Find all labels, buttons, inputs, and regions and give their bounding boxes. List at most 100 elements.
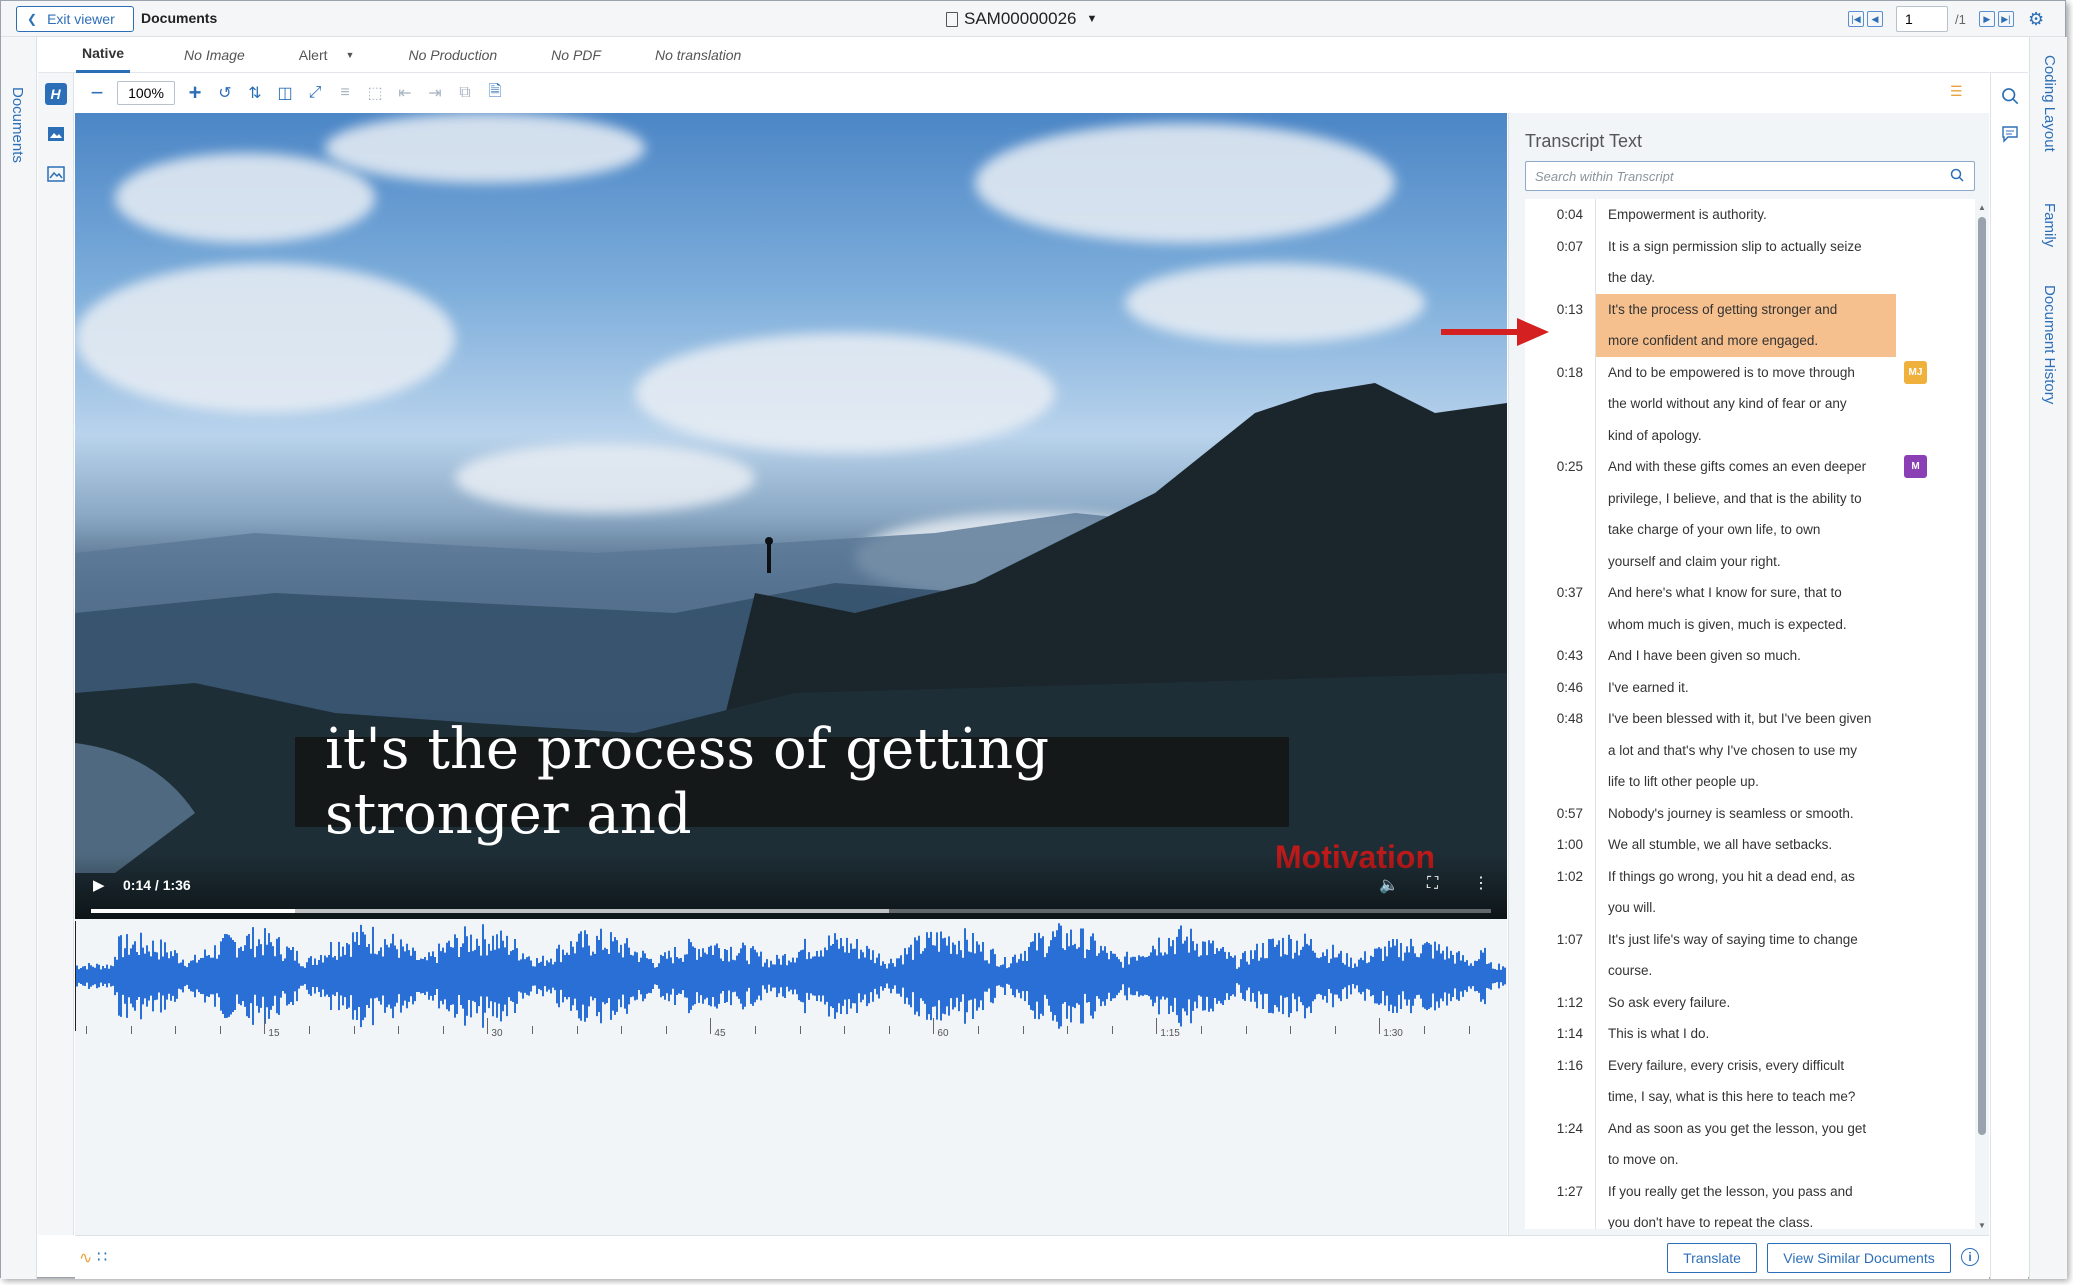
transcript-text[interactable]: We all stumble, we all have setbacks. — [1596, 829, 1896, 861]
next-page-icon[interactable]: ▶ — [1978, 11, 1995, 27]
transcript-timestamp[interactable]: 1:00 — [1539, 829, 1583, 861]
page-input[interactable] — [1896, 6, 1948, 32]
previous-hit-icon[interactable]: ⇤ — [395, 83, 415, 103]
tab-alert[interactable]: Alert ▼ — [299, 37, 355, 73]
zoom-in-icon[interactable]: + — [185, 80, 205, 105]
transcript-text[interactable]: And with these gifts comes an even deepe… — [1596, 451, 1896, 577]
first-page-icon[interactable]: |◀ — [1848, 11, 1864, 27]
scroll-down-icon[interactable]: ▼ — [1978, 1221, 1986, 1230]
transcript-row[interactable]: 0:37 And here's what I know for sure, tha… — [1525, 577, 1945, 640]
transcript-row[interactable]: 1:00 We all stumble, we all have setbacks… — [1525, 829, 1945, 861]
transcript-text[interactable]: It's the process of getting stronger and… — [1596, 293, 1896, 357]
fullscreen-icon[interactable]: ⤢ — [305, 83, 325, 103]
transcript-timestamp[interactable]: 1:12 — [1539, 987, 1583, 1019]
transcript-text[interactable]: I've been blessed with it, but I've been… — [1596, 703, 1896, 798]
transcript-row[interactable]: 1:14 This is what I do. — [1525, 1018, 1945, 1050]
transcript-timestamp[interactable]: 1:16 — [1539, 1050, 1583, 1082]
transcript-text[interactable]: If you really get the lesson, you pass a… — [1596, 1176, 1896, 1230]
document-selector[interactable]: SAM00000026 ▼ — [946, 9, 1097, 29]
transcript-text[interactable]: It's just life's way of saying time to c… — [1596, 924, 1896, 987]
transcript-timestamp[interactable]: 0:46 — [1539, 672, 1583, 704]
transcript-timestamp[interactable]: 0:43 — [1539, 640, 1583, 672]
transcript-text[interactable]: And to be empowered is to move through th… — [1596, 357, 1896, 452]
transcript-timestamp[interactable]: 0:57 — [1539, 798, 1583, 830]
document-history-pane-toggle[interactable]: Document History — [2041, 285, 2058, 404]
scroll-thumb[interactable] — [1978, 217, 1986, 1135]
exit-viewer-button[interactable]: ❮ Exit viewer — [16, 6, 134, 32]
transcript-timestamp[interactable]: 1:02 — [1539, 861, 1583, 893]
transcript-text[interactable]: And I have been given so much. — [1596, 640, 1896, 672]
scroll-up-icon[interactable]: ▲ — [1978, 203, 1986, 212]
next-hit-icon[interactable]: ⇥ — [425, 83, 445, 103]
stack-icon[interactable]: ≡ — [335, 83, 355, 103]
tab-no-translation[interactable]: No translation — [655, 37, 741, 73]
transcript-text[interactable]: I've earned it. — [1596, 672, 1896, 704]
highlight-mode-icon[interactable]: H — [44, 83, 67, 105]
transcript-row[interactable]: 0:25 And with these gifts comes an even d… — [1525, 451, 1945, 577]
transcript-row[interactable]: 0:57 Nobody's journey is seamless or smoo… — [1525, 798, 1945, 830]
related-items-icon[interactable]: ∷ — [97, 1247, 107, 1267]
transcript-row[interactable]: 0:43 And I have been given so much. — [1525, 640, 1945, 672]
transcript-timestamp[interactable]: 0:37 — [1539, 577, 1583, 609]
last-page-icon[interactable]: ▶| — [1997, 11, 2014, 27]
transcript-search-input[interactable]: Search within Transcript — [1525, 161, 1975, 191]
transcript-timestamp[interactable]: 1:07 — [1539, 924, 1583, 956]
transcript-text[interactable]: And as soon as you get the lesson, you g… — [1596, 1113, 1896, 1176]
transcript-timestamp[interactable]: 0:18 — [1539, 357, 1583, 389]
transcript-text[interactable]: Empowerment is authority. — [1596, 199, 1896, 231]
more-options-icon[interactable]: ⋮ — [1473, 873, 1489, 893]
video-player[interactable]: it's the process of getting stronger and… — [75, 113, 1507, 919]
info-icon[interactable]: i — [1961, 1248, 1979, 1266]
transcript-timestamp[interactable]: 0:04 — [1539, 199, 1583, 231]
transcript-text[interactable]: This is what I do. — [1596, 1018, 1896, 1050]
audio-waveform-icon[interactable]: ∿ — [79, 1248, 92, 1268]
fit-width-icon[interactable]: ◫ — [275, 83, 295, 103]
audio-waveform[interactable] — [75, 921, 1507, 1031]
annotation-badge[interactable]: M — [1904, 455, 1927, 478]
comment-icon[interactable] — [2001, 125, 2019, 143]
transcript-row[interactable]: 0:07 It is a sign permission slip to actu… — [1525, 231, 1945, 294]
transcript-row[interactable]: 0:48 I've been blessed with it, but I've … — [1525, 703, 1945, 798]
volume-icon[interactable]: 🔈 — [1379, 875, 1399, 895]
family-pane-toggle[interactable]: Family — [2041, 203, 2058, 247]
prev-page-icon[interactable]: ◀ — [1867, 11, 1883, 27]
transcript-row[interactable]: 0:18 And to be empowered is to move throu… — [1525, 357, 1945, 452]
view-similar-documents-button[interactable]: View Similar Documents — [1767, 1243, 1951, 1273]
transcript-timestamp[interactable]: 0:48 — [1539, 703, 1583, 735]
coding-layout-pane-toggle[interactable]: Coding Layout — [2041, 55, 2058, 152]
pdf-icon[interactable]: 🗎 — [485, 83, 505, 103]
transcript-timestamp[interactable]: 1:14 — [1539, 1018, 1583, 1050]
documents-pane-toggle[interactable]: Documents — [9, 87, 26, 163]
transcript-row[interactable]: 1:27 If you really get the lesson, you pa… — [1525, 1176, 1945, 1230]
transcript-text[interactable]: So ask every failure. — [1596, 987, 1896, 1019]
transcript-text[interactable]: If things go wrong, you hit a dead end, … — [1596, 861, 1896, 924]
transcript-row[interactable]: 1:16 Every failure, every crisis, every d… — [1525, 1050, 1945, 1113]
transcript-scrollbar[interactable]: ▲ ▼ — [1978, 203, 1986, 1233]
transcript-timestamp[interactable]: 0:07 — [1539, 231, 1583, 263]
transcript-row[interactable]: 0:46 I've earned it. — [1525, 672, 1945, 704]
video-progress-bar[interactable] — [91, 909, 1491, 913]
search-icon[interactable] — [2001, 87, 2019, 105]
tab-no-pdf[interactable]: No PDF — [551, 37, 601, 73]
tab-native[interactable]: Native — [76, 37, 131, 73]
play-icon[interactable]: ▶ — [93, 876, 105, 894]
transcript-row[interactable]: 0:13 It's the process of getting stronger… — [1525, 293, 1945, 357]
tab-no-production[interactable]: No Production — [408, 37, 497, 73]
transcript-timestamp[interactable]: 0:25 — [1539, 451, 1583, 483]
transcript-list-icon[interactable]: ☰ — [1950, 83, 1963, 100]
transcript-text[interactable]: It is a sign permission slip to actually… — [1596, 231, 1896, 294]
transcript-text[interactable]: And here's what I know for sure, that to… — [1596, 577, 1896, 640]
rotate-icon[interactable]: ↺ — [215, 83, 235, 103]
transcript-row[interactable]: 1:12 So ask every failure. — [1525, 987, 1945, 1019]
fit-height-icon[interactable]: ⇅ — [245, 83, 265, 103]
zoom-input[interactable] — [117, 81, 175, 105]
copy-icon[interactable]: ⧉ — [455, 83, 475, 103]
gear-icon[interactable]: ⚙ — [2028, 9, 2048, 29]
transcript-row[interactable]: 1:07 It's just life's way of saying time … — [1525, 924, 1945, 987]
image-mode-icon[interactable] — [45, 123, 67, 145]
transcript-timestamp[interactable]: 1:27 — [1539, 1176, 1583, 1208]
annotation-badge[interactable]: MJ — [1904, 360, 1927, 384]
transcript-row[interactable]: 1:24 And as soon as you get the lesson, y… — [1525, 1113, 1945, 1176]
zoom-out-icon[interactable]: − — [87, 80, 107, 105]
transcript-text[interactable]: Nobody's journey is seamless or smooth. — [1596, 798, 1896, 830]
